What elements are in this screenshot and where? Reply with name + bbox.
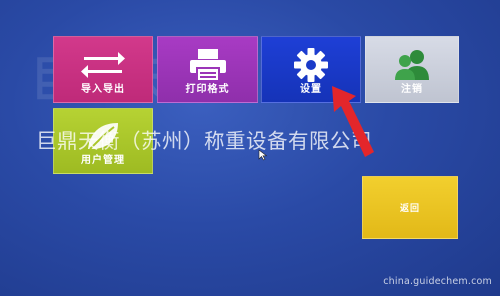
red-arrow-icon [332, 86, 374, 157]
import-export-tile[interactable]: 导入导出 [53, 36, 153, 103]
back-label: 返回 [399, 203, 420, 214]
logout-label: 注销 [401, 84, 423, 95]
print-format-label: 打印格式 [185, 84, 230, 95]
mouse-cursor-icon [258, 149, 268, 161]
back-button[interactable]: 返回 [362, 176, 458, 239]
printer-icon [188, 45, 228, 84]
site-watermark: china.guidechem.com [383, 276, 492, 287]
swap-arrows-icon [80, 45, 126, 84]
print-format-tile[interactable]: 打印格式 [157, 36, 258, 103]
import-export-label: 导入导出 [81, 84, 125, 95]
settings-label: 设置 [300, 84, 322, 95]
touchscreen-desktop: 巨鼎天衡 导入导出 打印格式 [0, 0, 500, 296]
user-management-label: 用户管理 [81, 155, 125, 166]
users-icon [394, 45, 430, 84]
gear-icon [293, 45, 329, 84]
